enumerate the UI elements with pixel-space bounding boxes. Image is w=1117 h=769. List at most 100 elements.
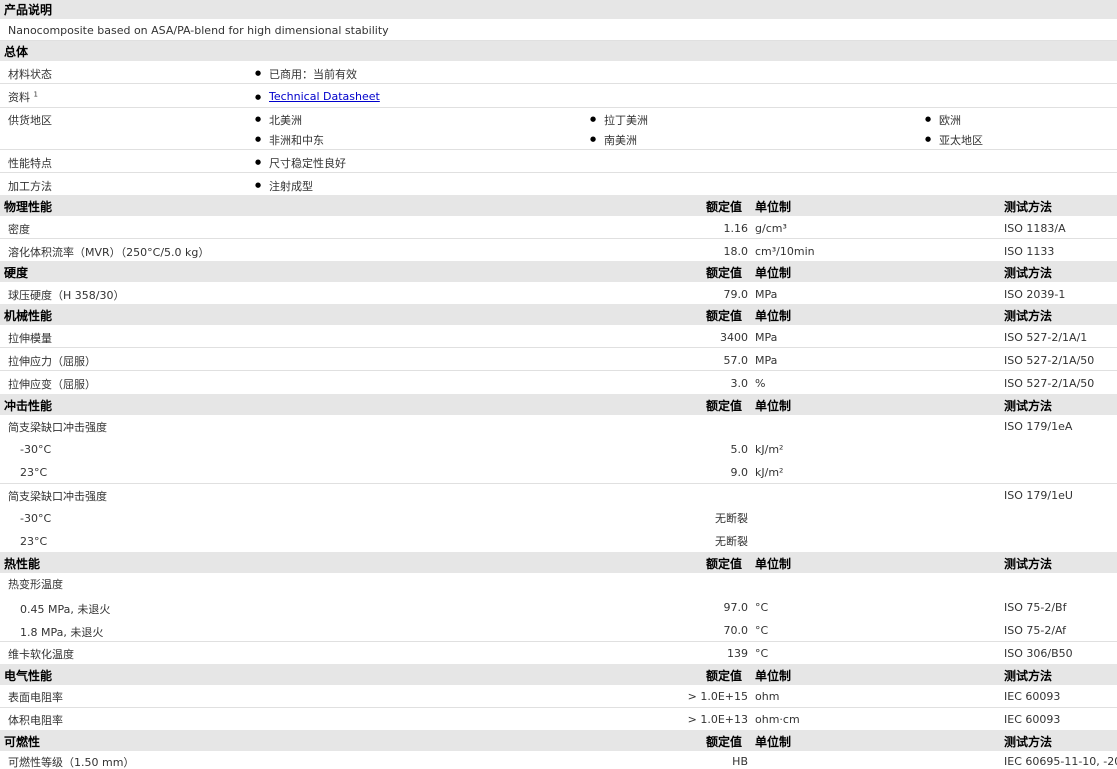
mechanical-section-header: 机械性能 额定值 单位制 测试方法: [0, 304, 1117, 325]
property-value: 3.0: [730, 377, 749, 390]
test-method: ISO 1183/A: [1004, 222, 1066, 235]
region-item: 北美洲: [255, 112, 302, 128]
physical-section-header: 物理性能 额定值 单位制 测试方法: [0, 195, 1117, 216]
table-row: 23°C 无断裂: [0, 530, 1117, 552]
property-unit: MPa: [755, 288, 778, 301]
property-unit: °C: [755, 647, 769, 660]
property-name: 热变形温度: [8, 578, 63, 591]
section-title: 可燃性: [4, 735, 41, 749]
property-value: 70.0: [723, 624, 749, 637]
property-value: 97.0: [723, 601, 749, 614]
region-item: 南美洲: [590, 132, 637, 148]
datasheet-item: Technical Datasheet: [255, 90, 380, 103]
table-row: 可燃性等级（1.50 mm） HB IEC 60695-11-10, -20: [0, 751, 1117, 769]
condition-name: 23°C: [20, 466, 48, 479]
test-method: IEC 60093: [1004, 690, 1061, 703]
property-value: 79.0: [723, 288, 749, 301]
test-method: ISO 179/1eA: [1004, 420, 1073, 433]
property-name: 可燃性等级（1.50 mm）: [8, 756, 135, 769]
docs-label: 资料 1: [8, 90, 38, 104]
property-name: 球压硬度（H 358/30）: [8, 289, 125, 302]
condition-name: 23°C: [20, 535, 48, 548]
impact-section-header: 冲击性能 额定值 单位制 测试方法: [0, 394, 1117, 415]
property-value: 9.0: [730, 466, 749, 479]
unit-column-header: 单位制: [755, 669, 792, 683]
property-name: 维卡软化温度: [8, 648, 74, 661]
table-row: 1.8 MPa, 未退火 70.0 °C ISO 75-2/Af: [0, 619, 1117, 642]
table-row: -30°C 无断裂: [0, 507, 1117, 530]
status-value: 已商用：当前有效: [255, 66, 357, 82]
description-text: Nanocomposite based on ASA/PA-blend for …: [8, 24, 389, 37]
property-name: 拉伸模量: [8, 332, 52, 345]
property-unit: MPa: [755, 331, 778, 344]
status-row: 材料状态 已商用：当前有效: [0, 61, 1117, 84]
nominal-column-header: 额定值: [706, 309, 743, 323]
electrical-section-header: 电气性能 额定值 单位制 测试方法: [0, 664, 1117, 685]
test-method: ISO 2039-1: [1004, 288, 1066, 301]
property-value: 3400: [720, 331, 748, 344]
property-name: 拉伸应变（屈服）: [8, 378, 96, 391]
method-column-header: 测试方法: [1004, 557, 1053, 571]
table-row: 23°C 9.0 kJ/m²: [0, 461, 1117, 484]
features-row: 性能特点 尺寸稳定性良好: [0, 150, 1117, 173]
processing-label: 加工方法: [8, 180, 52, 193]
property-unit: cm³/10min: [755, 245, 815, 258]
nominal-column-header: 额定值: [706, 735, 743, 749]
docs-row: 资料 1 Technical Datasheet: [0, 84, 1117, 108]
general-section-header: 总体: [0, 41, 1117, 61]
property-name: 简支梁缺口冲击强度: [8, 421, 107, 434]
status-label: 材料状态: [8, 68, 52, 81]
description-section-header: 产品说明: [0, 0, 1117, 19]
nominal-column-header: 额定值: [706, 266, 743, 280]
unit-column-header: 单位制: [755, 557, 792, 571]
method-column-header: 测试方法: [1004, 309, 1053, 323]
section-title: 电气性能: [4, 669, 53, 683]
test-method: ISO 75-2/Bf: [1004, 601, 1067, 614]
nominal-column-header: 额定值: [706, 557, 743, 571]
thermal-section-header: 热性能 额定值 单位制 测试方法: [0, 552, 1117, 573]
property-unit: ohm·cm: [755, 713, 800, 726]
region-item: 非洲和中东: [255, 132, 324, 148]
table-row: 拉伸模量 3400 MPa ISO 527-2/1A/1: [0, 325, 1117, 348]
unit-column-header: 单位制: [755, 309, 792, 323]
flammability-section-header: 可燃性 额定值 单位制 测试方法: [0, 730, 1117, 751]
table-row: -30°C 5.0 kJ/m²: [0, 438, 1117, 461]
property-unit: kJ/m²: [755, 443, 784, 456]
section-title: 物理性能: [4, 200, 53, 214]
property-name: 拉伸应力（屈服）: [8, 355, 96, 368]
property-value: 5.0: [730, 443, 749, 456]
unit-column-header: 单位制: [755, 399, 792, 413]
test-method: IEC 60093: [1004, 713, 1061, 726]
property-unit: %: [755, 377, 766, 390]
section-title: 机械性能: [4, 309, 53, 323]
table-row: 热变形温度: [0, 573, 1117, 596]
property-value: 139: [727, 647, 748, 660]
section-title: 硬度: [4, 266, 29, 280]
section-title: 冲击性能: [4, 399, 53, 413]
method-column-header: 测试方法: [1004, 669, 1053, 683]
property-name: 表面电阻率: [8, 691, 63, 704]
test-method: ISO 1133: [1004, 245, 1055, 258]
availability-label: 供货地区: [8, 114, 52, 127]
region-item: 拉丁美洲: [590, 112, 648, 128]
technical-datasheet-link[interactable]: Technical Datasheet: [269, 90, 380, 103]
condition-name: -30°C: [20, 512, 52, 525]
property-name: 溶化体积流率（MVR）（250°C/5.0 kg）: [8, 246, 210, 259]
unit-column-header: 单位制: [755, 735, 792, 749]
table-row: 维卡软化温度 139 °C ISO 306/B50: [0, 642, 1117, 664]
table-row: 密度 1.16 g/cm³ ISO 1183/A: [0, 216, 1117, 239]
table-row: 拉伸应力（屈服） 57.0 MPa ISO 527-2/1A/50: [0, 348, 1117, 371]
method-column-header: 测试方法: [1004, 200, 1053, 214]
test-method: IEC 60695-11-10, -20: [1004, 755, 1117, 768]
property-unit: °C: [755, 624, 769, 637]
property-name: 简支梁缺口冲击强度: [8, 490, 107, 503]
test-method: ISO 527-2/1A/1: [1004, 331, 1088, 344]
condition-name: 1.8 MPa, 未退火: [20, 626, 104, 639]
test-method: ISO 527-2/1A/50: [1004, 377, 1095, 390]
test-method: ISO 527-2/1A/50: [1004, 354, 1095, 367]
footnote-marker: 1: [33, 90, 38, 99]
condition-name: -30°C: [20, 443, 52, 456]
property-name: 体积电阻率: [8, 714, 63, 727]
property-value: 57.0: [723, 354, 749, 367]
property-value: 无断裂: [715, 512, 748, 525]
